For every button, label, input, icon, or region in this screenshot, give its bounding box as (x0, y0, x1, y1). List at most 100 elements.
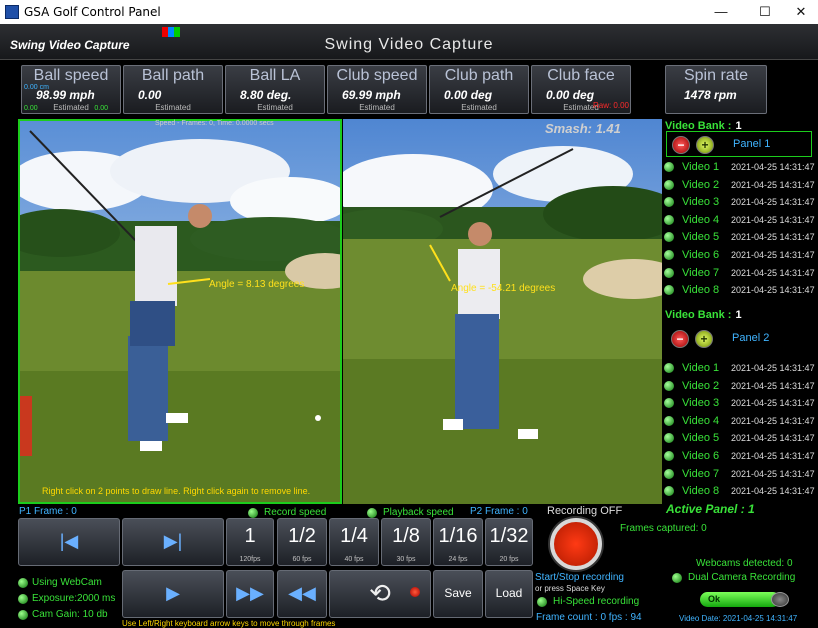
video-name: Video 1 (682, 362, 720, 374)
record-speed-label: Record speed (264, 507, 327, 518)
stat-club-path: Club path 0.00 deg Estimated (429, 65, 529, 114)
status-dot-icon (664, 179, 674, 190)
ok-button[interactable]: Ok (700, 592, 780, 607)
speed-1-4-button[interactable]: 1/4 40 fps (329, 518, 379, 566)
stat-value: 1478 rpm (684, 88, 737, 102)
minimize-button[interactable]: — (704, 0, 738, 24)
stat-ball-la: Ball LA 8.80 deg. Estimated (225, 65, 325, 114)
load-button[interactable]: Load (485, 570, 533, 618)
video-list-item[interactable]: Video 3 2021-04-25 14:31:47 (664, 194, 816, 211)
video-name: Video 3 (682, 196, 720, 209)
webcam-indicator (18, 578, 28, 588)
remove-icon[interactable]: − (671, 330, 689, 348)
dual-camera-label[interactable]: Dual Camera Recording (688, 572, 795, 583)
status-dot-icon (664, 363, 674, 373)
video-list-item[interactable]: Video 2 2021-04-25 14:31:47 (664, 378, 816, 395)
video-list-item[interactable]: Video 6 2021-04-25 14:31:47 (664, 448, 816, 465)
video-date-stamp: 2021-04-25 14:31:47 (731, 232, 815, 243)
loop-icon: ⟲ (369, 578, 391, 608)
cam-gain-indicator (18, 610, 28, 620)
play-icon: ▶ (166, 583, 180, 603)
app-header: Swing Video Capture Swing Video Capture (0, 24, 818, 60)
space-key-label: or press Space Key (535, 584, 605, 593)
video-list-item[interactable]: Video 7 2021-04-25 14:31:47 (664, 466, 816, 483)
video-list-item[interactable]: Video 1 2021-04-25 14:31:47 (664, 159, 816, 176)
stat-raw: Raw: 0.00 (592, 101, 629, 110)
smash-factor: Smash: 1.41 (545, 121, 621, 136)
stat-note: Estimated (461, 103, 497, 112)
step-to-start-button[interactable]: |◀ (18, 518, 120, 566)
stat-ball-speed: Ball speed 0.00 cm 98.99 mph 0.00 Estima… (21, 65, 121, 114)
rewind-button[interactable]: ◀◀ (277, 570, 327, 618)
ok-knob (771, 592, 789, 607)
fast-forward-button[interactable]: ▶▶ (226, 570, 274, 618)
header-center-title: Swing Video Capture (324, 36, 494, 53)
stat-value: 98.99 mph (36, 88, 95, 102)
draw-line-hint: Right click on 2 points to draw line. Ri… (42, 486, 311, 496)
skip-end-icon: ▶| (163, 531, 183, 551)
status-dot-icon (664, 285, 674, 296)
window-titlebar: GSA Golf Control Panel — ☐ ✕ (0, 0, 818, 24)
status-dot-icon (664, 250, 674, 260)
panel-1-selector[interactable]: − + Panel 1 (666, 131, 812, 157)
stat-club-face: Club face 0.00 deg Estimated Raw: 0.00 (531, 65, 631, 114)
add-icon[interactable]: + (695, 330, 713, 348)
video-bank-2-title: Video Bank :1 (665, 309, 742, 321)
speed-1-button[interactable]: 1 120fps (226, 518, 274, 566)
video-list-item[interactable]: Video 8 2021-04-25 14:31:47 (664, 483, 816, 500)
video-name: Video 2 (682, 379, 720, 392)
save-button[interactable]: Save (433, 570, 483, 618)
status-dot-icon (664, 398, 674, 409)
video-date-stamp: 2021-04-25 14:31:47 (731, 179, 815, 190)
remove-icon[interactable]: − (672, 136, 690, 154)
video-name: Video 5 (682, 231, 720, 244)
video-list-item[interactable]: Video 5 2021-04-25 14:31:47 (664, 229, 816, 246)
speed-1-2-button[interactable]: 1/2 60 fps (277, 518, 327, 566)
video-list-item[interactable]: Video 7 2021-04-25 14:31:47 (664, 265, 816, 282)
video-list-item[interactable]: Video 2 2021-04-25 14:31:47 (664, 177, 816, 194)
video-date: Video Date: 2021-04-25 14:31:47 (679, 614, 798, 623)
video-name: Video 8 (682, 485, 720, 498)
video-date-stamp: 2021-04-25 14:31:47 (731, 162, 815, 172)
speed-1-8-button[interactable]: 1/8 30 fps (381, 518, 431, 566)
video-date-stamp: 2021-04-25 14:31:47 (731, 468, 815, 479)
play-button[interactable]: ▶ (122, 570, 224, 618)
angle-label-left: Angle = 8.13 degrees (209, 279, 305, 290)
add-icon[interactable]: + (696, 136, 714, 154)
video-list-item[interactable]: Video 1 2021-04-25 14:31:47 (664, 360, 816, 377)
exposure-indicator (18, 594, 28, 604)
video-name: Video 6 (682, 249, 720, 261)
video-list-item[interactable]: Video 4 2021-04-25 14:31:47 (664, 212, 816, 229)
record-speed-indicator (248, 508, 258, 518)
video-date-stamp: 2021-04-25 14:31:47 (731, 267, 815, 278)
status-dot-icon (664, 197, 674, 208)
video-list-item[interactable]: Video 3 2021-04-25 14:31:47 (664, 395, 816, 412)
close-button[interactable]: ✕ (784, 0, 818, 24)
stat-value: 69.99 mph (342, 88, 401, 102)
frames-captured: Frames captured: 0 (620, 523, 707, 534)
video-date-stamp: 2021-04-25 14:31:47 (731, 380, 815, 391)
status-dot-icon (664, 415, 674, 426)
video-list-item[interactable]: Video 4 2021-04-25 14:31:47 (664, 413, 816, 430)
golfer-backswing-image (20, 121, 340, 502)
panel-name: Panel 1 (733, 138, 771, 150)
speed-1-16-button[interactable]: 1/16 24 fps (433, 518, 483, 566)
panel-2-selector[interactable]: − + Panel 2 (666, 326, 812, 352)
keyboard-hint: Use Left/Right keyboard arrow keys to mo… (122, 619, 336, 628)
start-stop-label: Start/Stop recording (535, 572, 624, 583)
video-panel-2[interactable] (343, 119, 662, 504)
speed-1-32-button[interactable]: 1/32 20 fps (485, 518, 533, 566)
hispeed-label[interactable]: Hi-Speed recording (553, 596, 639, 607)
stat-note: Estimated (155, 103, 191, 112)
video-list-item[interactable]: Video 5 2021-04-25 14:31:47 (664, 430, 816, 447)
step-to-end-button[interactable]: ▶| (122, 518, 224, 566)
video-name: Video 1 (682, 161, 720, 173)
recording-status: Recording OFF (547, 505, 623, 517)
video-list-item[interactable]: Video 8 2021-04-25 14:31:47 (664, 282, 816, 299)
video-name: Video 8 (682, 284, 720, 297)
record-button[interactable] (550, 518, 602, 570)
stat-spin-rate: Spin rate 1478 rpm (665, 65, 767, 114)
video-list-item[interactable]: Video 6 2021-04-25 14:31:47 (664, 247, 816, 264)
maximize-button[interactable]: ☐ (748, 0, 782, 24)
video-panel-1[interactable] (18, 119, 342, 504)
